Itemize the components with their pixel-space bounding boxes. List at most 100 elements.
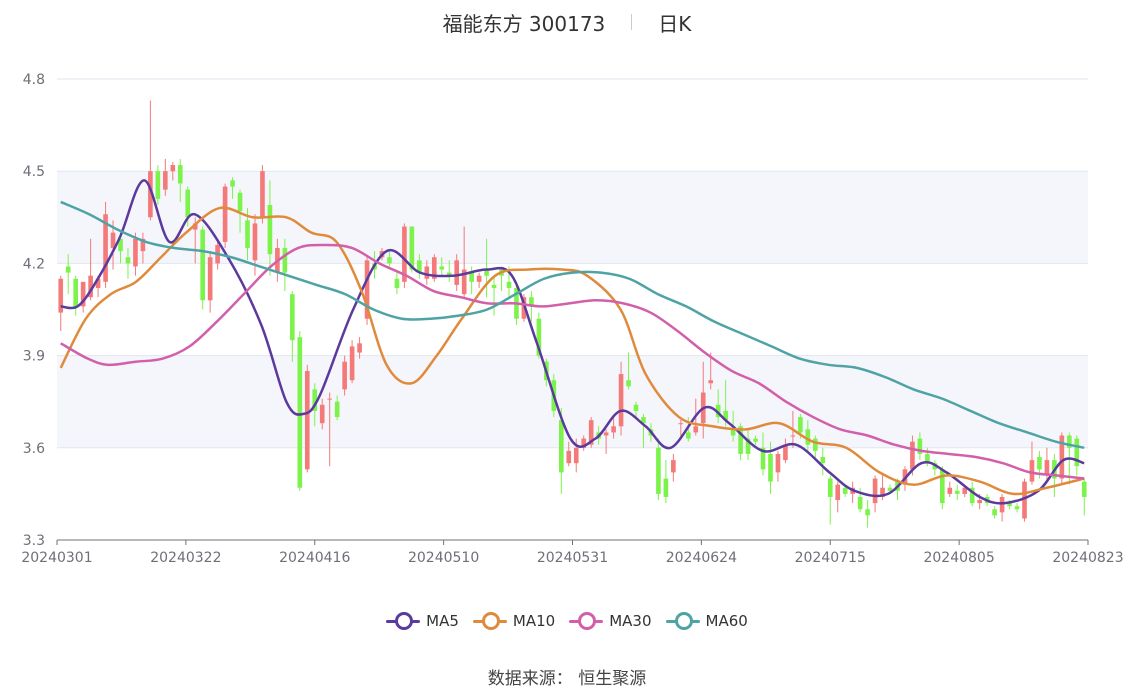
candle-body xyxy=(177,165,183,184)
legend-symbol-ma5 xyxy=(386,612,421,630)
candle-body xyxy=(857,496,863,510)
candle-body xyxy=(125,257,131,264)
candle-body xyxy=(506,281,512,288)
candle-body xyxy=(133,238,138,267)
candle-body xyxy=(678,423,684,425)
candle-body xyxy=(633,404,639,411)
legend-symbol-ma10 xyxy=(472,612,507,630)
chart-legend: MA5 MA10 MA30 MA60 xyxy=(0,612,1134,630)
candle-body xyxy=(1037,457,1042,470)
data-source: 数据来源： 恒生聚源 xyxy=(487,669,647,689)
legend-symbol-ma60 xyxy=(665,612,700,630)
legend-item-ma60[interactable]: MA60 xyxy=(665,612,748,630)
candle-body xyxy=(469,272,474,282)
candlestick-chart: 3.3 3.6 3.9 4.2 4.5 4.8 20240301 20240322 202404… xyxy=(21,72,1123,566)
y-tick-label: 4.8 xyxy=(23,72,45,88)
candle-body xyxy=(222,186,228,242)
candle-body xyxy=(1014,506,1020,510)
legend-symbol-ma30 xyxy=(569,612,604,630)
y-tick-label: 3.3 xyxy=(23,533,45,549)
candle-body xyxy=(566,450,572,464)
candle-body xyxy=(439,266,445,270)
candle-body xyxy=(267,205,273,255)
candle-body xyxy=(708,380,714,384)
candle-body xyxy=(304,370,310,470)
candle-body xyxy=(656,447,661,494)
candle-body xyxy=(349,346,355,381)
candle-body xyxy=(827,478,833,497)
candle-body xyxy=(999,496,1005,513)
legend-item-ma10[interactable]: MA10 xyxy=(472,612,556,630)
candle-body xyxy=(230,180,235,187)
legend-label-ma5: MA5 xyxy=(426,612,459,630)
candle-body xyxy=(992,509,997,516)
x-tick-label: 20240805 xyxy=(923,550,994,566)
candle-body xyxy=(977,500,982,504)
candle-body xyxy=(185,189,191,218)
candle-body xyxy=(1081,481,1087,497)
x-tick-label: 20240531 xyxy=(537,550,608,566)
candle-body xyxy=(170,165,176,172)
candle-body xyxy=(693,426,699,433)
candle-body xyxy=(237,192,243,212)
candle-body xyxy=(282,248,288,273)
candle-body xyxy=(1044,460,1050,476)
candle-body xyxy=(842,487,848,494)
x-tick-label: 20240715 xyxy=(795,550,866,566)
candle-body xyxy=(798,417,803,433)
candle-body xyxy=(603,432,609,436)
candle-body xyxy=(155,171,161,199)
x-tick-label: 20240301 xyxy=(21,550,92,566)
legend-label-ma60: MA60 xyxy=(705,612,748,630)
candle-body xyxy=(573,447,579,464)
legend-item-ma5[interactable]: MA5 xyxy=(386,612,459,630)
candle-body xyxy=(663,478,669,497)
candle-body xyxy=(947,487,953,494)
x-tick-label: 20240624 xyxy=(666,550,737,566)
candle-body xyxy=(954,490,960,494)
x-tick-label: 20240510 xyxy=(408,550,479,566)
candle-body xyxy=(872,478,878,504)
candle-body xyxy=(327,398,333,400)
candle-body xyxy=(409,226,415,270)
candle-body xyxy=(939,469,945,504)
candle-body xyxy=(775,453,781,473)
x-tick-label: 20240823 xyxy=(1052,550,1123,566)
legend-label-ma10: MA10 xyxy=(512,612,556,630)
candle-body xyxy=(790,435,796,437)
x-tick-label: 20240322 xyxy=(150,550,221,566)
candle-body xyxy=(768,453,773,482)
candle-body xyxy=(812,438,818,451)
candle-body xyxy=(626,380,631,387)
candle-body xyxy=(910,441,915,470)
candle-body xyxy=(685,432,691,439)
candle-body xyxy=(357,343,362,353)
x-tick-label: 20240416 xyxy=(279,550,350,566)
candle-body xyxy=(424,266,430,279)
candle-body xyxy=(618,374,624,427)
candle-body xyxy=(491,284,497,288)
y-tick-label: 3.9 xyxy=(23,349,45,365)
candle-body xyxy=(297,337,303,488)
y-tick-label: 3.6 xyxy=(23,441,45,457)
plot-band xyxy=(57,171,1088,264)
candle-body xyxy=(394,278,400,288)
legend-item-ma30[interactable]: MA30 xyxy=(569,612,652,630)
candle-body xyxy=(319,404,325,424)
candle-body xyxy=(671,460,676,473)
candle-body xyxy=(1029,460,1035,482)
legend-label-ma30: MA30 xyxy=(609,612,652,630)
candle-body xyxy=(163,171,168,190)
y-tick-label: 4.5 xyxy=(23,164,45,180)
candle-body xyxy=(865,509,870,516)
candle-body xyxy=(260,171,265,218)
candle-body xyxy=(753,438,758,442)
candle-body xyxy=(252,223,258,261)
plot-band xyxy=(57,355,1088,448)
candle-body xyxy=(245,220,250,249)
y-tick-label: 4.2 xyxy=(23,256,45,272)
candle-body xyxy=(611,426,616,433)
candle-body xyxy=(476,275,482,282)
candle-body xyxy=(200,229,206,301)
candle-body xyxy=(73,278,78,307)
